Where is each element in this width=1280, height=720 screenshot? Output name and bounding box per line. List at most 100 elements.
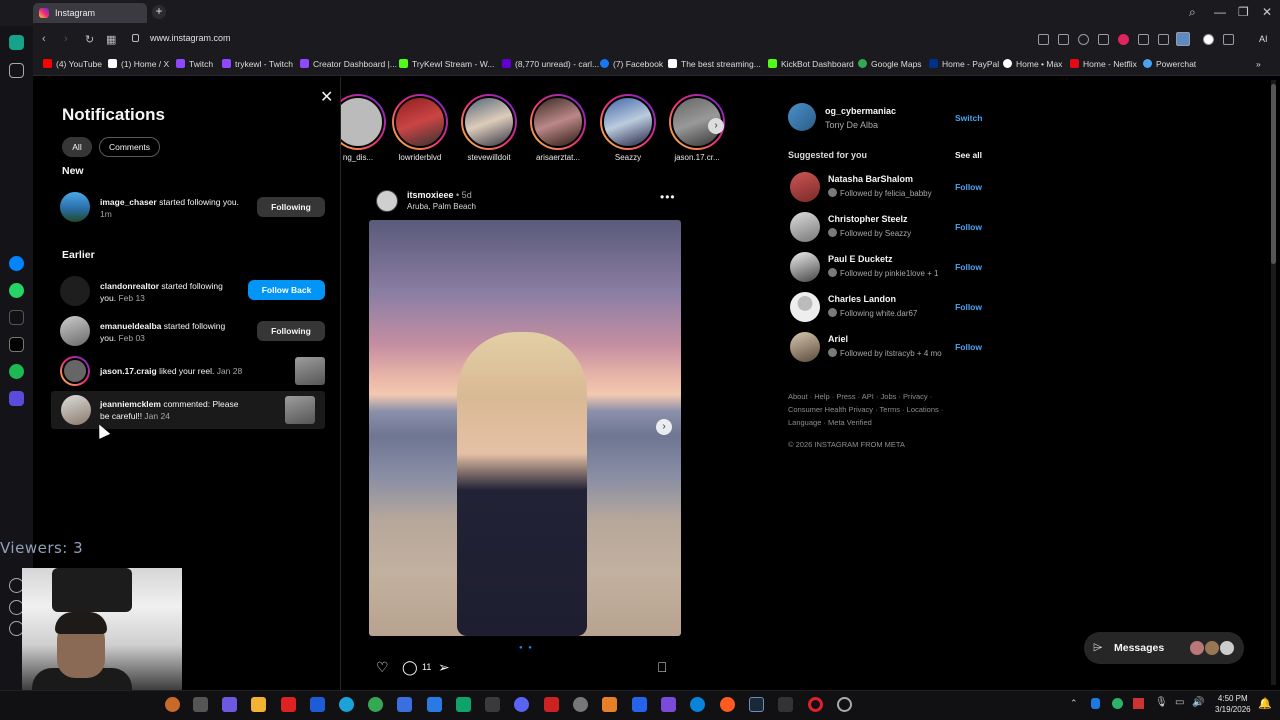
notification-center-icon[interactable]: 🔔	[1258, 697, 1272, 710]
story-item[interactable]: lowriderblvd	[390, 94, 450, 162]
stories-next-button[interactable]: ›	[708, 118, 724, 134]
filter-all[interactable]: All	[62, 137, 92, 157]
story-item[interactable]: stevewilldoit	[459, 94, 519, 162]
avatar[interactable]	[60, 276, 90, 306]
avatar[interactable]	[790, 212, 820, 242]
taskbar-app-icon[interactable]	[661, 697, 676, 712]
save-icon[interactable]: ⎕	[658, 659, 666, 676]
chrome-icon[interactable]	[368, 697, 383, 712]
avatar[interactable]	[790, 332, 820, 362]
bookmark-item[interactable]: trykewl - Twitch	[222, 59, 293, 69]
maximize-icon[interactable]: ❐	[1238, 5, 1249, 19]
tray-app-icon[interactable]	[1112, 698, 1123, 709]
follow-back-button[interactable]: Follow Back	[248, 280, 325, 300]
taskbar-app-icon[interactable]	[485, 697, 500, 712]
minimize-icon[interactable]: —	[1214, 5, 1226, 19]
taskbar-app-icon[interactable]	[427, 697, 442, 712]
avatar[interactable]	[790, 292, 820, 322]
bookmark-item[interactable]: Home • Max	[1003, 59, 1062, 69]
url-field[interactable]: www.instagram.com	[150, 33, 231, 43]
bookmark-item[interactable]: (4) YouTube	[43, 59, 102, 69]
bluetooth-icon[interactable]	[1091, 698, 1100, 709]
taskbar-app-icon[interactable]	[310, 697, 325, 712]
player-icon[interactable]	[9, 391, 24, 406]
bookmark-item[interactable]: The best streaming...	[668, 59, 761, 69]
bookmark-item[interactable]: KickBot Dashboard	[768, 59, 854, 69]
story-item[interactable]: arisaerztat...	[528, 94, 588, 162]
lock-icon[interactable]	[132, 34, 139, 42]
bookmark-item[interactable]: Home - PayPal	[929, 59, 999, 69]
post-author-avatar[interactable]	[376, 190, 398, 212]
footer-links[interactable]: About · Help · Press · API · Jobs · Priv…	[788, 390, 968, 429]
notification-row[interactable]: emanueldealba started following you. Feb…	[60, 316, 325, 346]
post-thumbnail[interactable]	[295, 357, 325, 385]
comment-icon[interactable]: ◯	[402, 659, 418, 676]
shield-icon[interactable]	[1078, 34, 1089, 45]
forward-icon[interactable]: ›	[64, 33, 68, 45]
folder-icon[interactable]	[251, 697, 266, 712]
taskbar-app-icon[interactable]	[573, 697, 588, 712]
bookmark-item[interactable]: Powerchat	[1143, 59, 1196, 69]
more-bookmarks-icon[interactable]: »	[1256, 59, 1261, 69]
my-username[interactable]: og_cybermaniac	[825, 106, 896, 116]
close-window-icon[interactable]: ✕	[1262, 5, 1272, 19]
bookmark-item[interactable]: Twitch	[176, 59, 213, 69]
follow-button[interactable]: Follow	[955, 222, 982, 232]
camera-icon[interactable]	[1058, 34, 1069, 45]
bookmark-item[interactable]: (8,770 unread) - carl...	[502, 59, 599, 69]
share-icon[interactable]: ➢	[438, 659, 450, 676]
tray-overflow-icon[interactable]: ⌃	[1070, 698, 1078, 709]
avatar[interactable]	[790, 252, 820, 282]
page-scrollbar[interactable]	[1271, 80, 1276, 685]
post-author[interactable]: itsmoxieee • 5d	[407, 190, 472, 200]
tabs-grid-icon[interactable]: ▦	[106, 33, 116, 46]
reload-icon[interactable]: ↻	[85, 33, 94, 46]
network-icon[interactable]: ▭	[1175, 697, 1184, 708]
taskbar-app-icon[interactable]	[456, 697, 471, 712]
follow-button[interactable]: Follow	[955, 342, 982, 352]
whatsapp-icon[interactable]	[9, 283, 24, 298]
following-button[interactable]: Following	[257, 321, 325, 341]
avatar[interactable]	[60, 316, 90, 346]
follow-button[interactable]: Follow	[955, 262, 982, 272]
taskbar-app-icon[interactable]	[193, 697, 208, 712]
taskbar-app-icon[interactable]	[602, 697, 617, 712]
suggestion-name[interactable]: Ariel	[828, 334, 848, 344]
play-icon[interactable]	[1098, 34, 1109, 45]
x-icon[interactable]	[9, 337, 24, 352]
back-icon[interactable]: ‹	[42, 33, 46, 45]
system-clock[interactable]: 4:50 PM 3/19/2026	[1215, 693, 1251, 715]
post-location[interactable]: Aruba, Palm Beach	[407, 202, 476, 211]
taskbar-app-icon[interactable]	[544, 697, 559, 712]
following-button[interactable]: Following	[257, 197, 325, 217]
heart-ext-icon[interactable]	[1118, 34, 1129, 45]
home-icon[interactable]	[9, 35, 24, 50]
avatar[interactable]	[60, 356, 90, 386]
edit-icon[interactable]	[1038, 34, 1049, 45]
bookmark-item[interactable]: Google Maps	[858, 59, 922, 69]
notification-row-hovered[interactable]: jeanniemcklem commented: Please be caref…	[51, 391, 325, 429]
scrollbar-thumb[interactable]	[1271, 84, 1276, 264]
avatar[interactable]	[61, 395, 91, 425]
tab-instagram[interactable]: Instagram	[33, 3, 147, 23]
volume-icon[interactable]: 🔊	[1192, 697, 1204, 708]
ext-s-icon[interactable]	[1203, 34, 1214, 45]
switch-account-link[interactable]: Switch	[955, 113, 982, 123]
edge-icon[interactable]	[339, 697, 354, 712]
tray-app-icon[interactable]	[1133, 698, 1144, 709]
taskbar-app-icon[interactable]	[222, 697, 237, 712]
story-item[interactable]: Seazzy	[598, 94, 658, 162]
taskbar-app-icon[interactable]	[165, 697, 180, 712]
see-all-link[interactable]: See all	[955, 150, 982, 160]
more-options-icon[interactable]: •••	[660, 190, 676, 204]
tiktok-icon[interactable]	[9, 310, 24, 325]
avatar[interactable]	[790, 172, 820, 202]
notification-row[interactable]: jason.17.craig liked your reel. Jan 28	[60, 356, 325, 386]
avatar[interactable]	[60, 192, 90, 222]
follow-button[interactable]: Follow	[955, 302, 982, 312]
extensions-icon[interactable]	[1223, 34, 1234, 45]
bookmark-item[interactable]: TryKewl Stream - W...	[399, 59, 494, 69]
notification-row[interactable]: image_chaser started following you. 1m F…	[60, 192, 325, 222]
follow-button[interactable]: Follow	[955, 182, 982, 192]
like-icon[interactable]: ♡	[376, 659, 389, 676]
